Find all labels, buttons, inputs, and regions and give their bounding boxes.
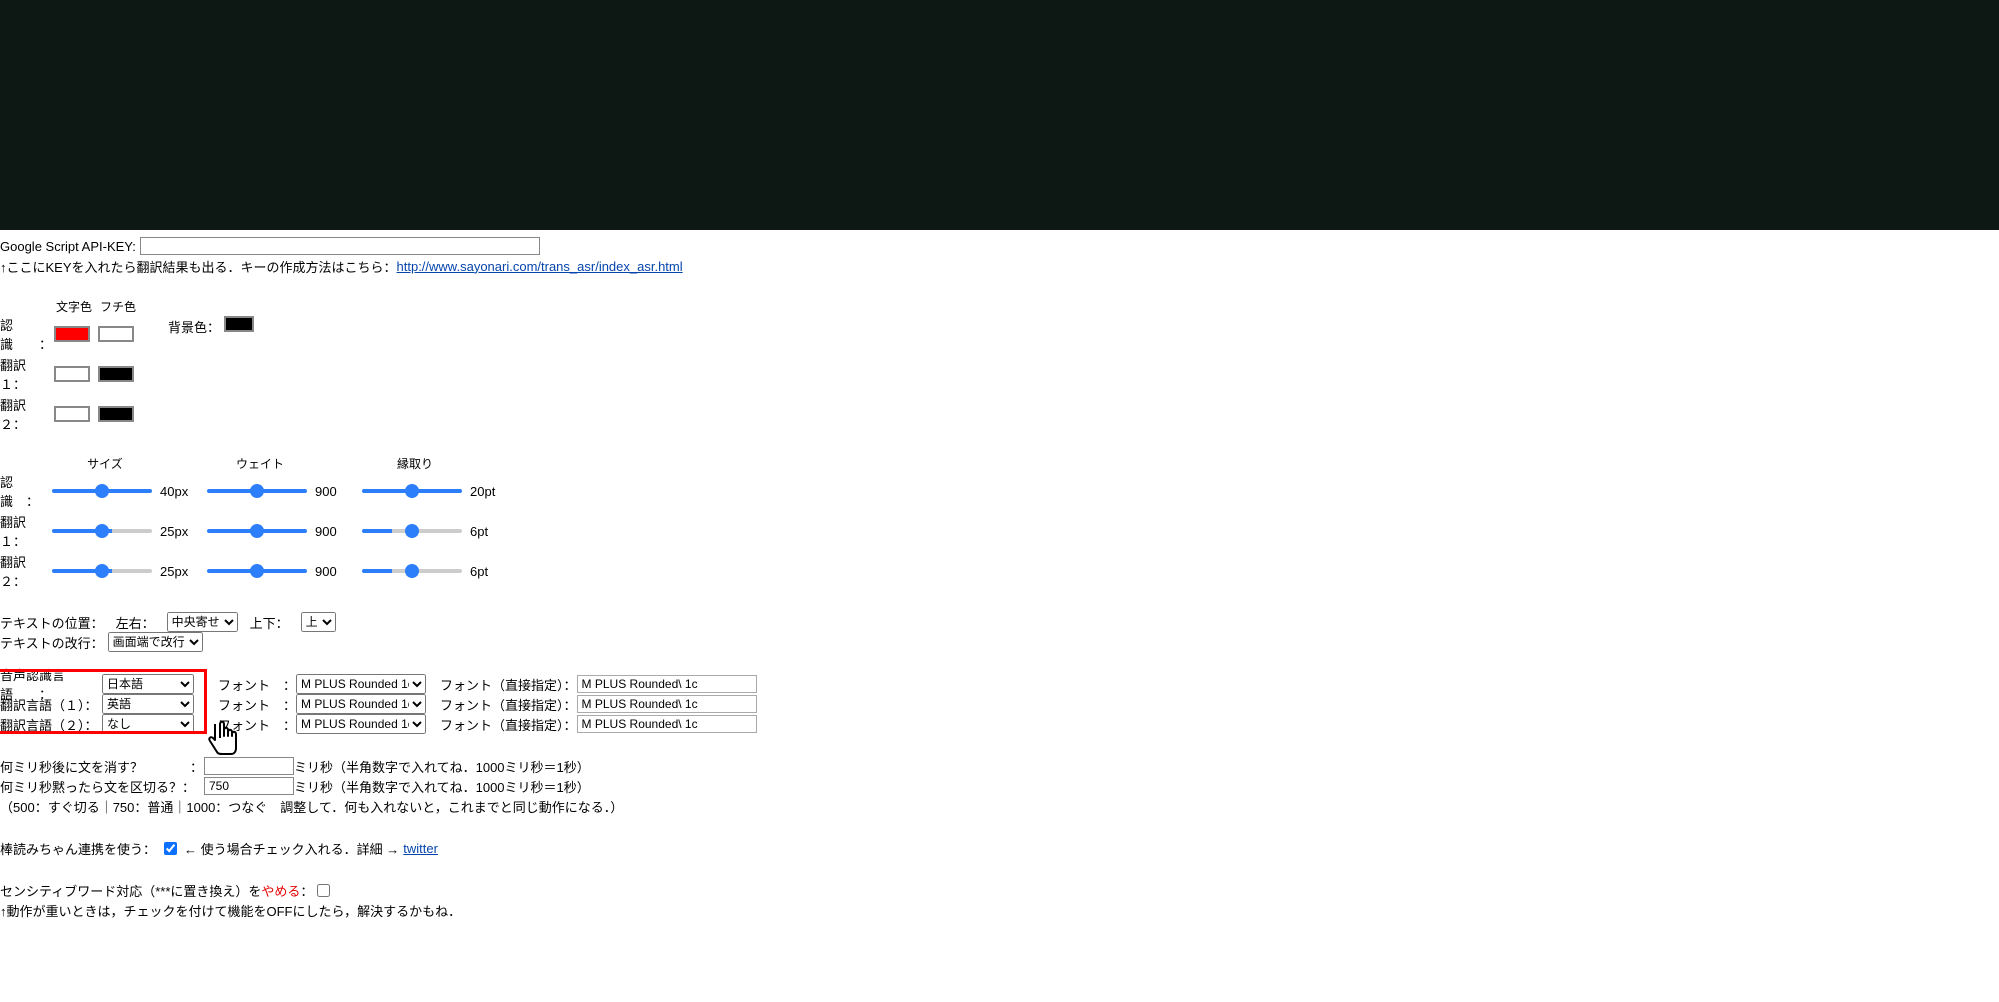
color-rec-outline[interactable] (98, 326, 134, 342)
font-t1-select[interactable]: M PLUS Rounded 1c (296, 694, 426, 714)
api-note: ↑ここにKEYを入れたら翻訳結果も出る．キーの作成方法はこちら： (0, 257, 397, 276)
lang-rec-select[interactable]: 日本語 (102, 674, 194, 694)
sensitive-checkbox[interactable] (317, 884, 330, 897)
slider-hdr-size: サイズ (50, 455, 160, 472)
textpos-label: テキストの位置： (0, 613, 104, 632)
timing-silence-guide: （500：すぐ切る｜750：普通｜1000：つなぐ 調整して．何も入れないと，こ… (0, 797, 623, 816)
slider-t2-stroke-val: 6pt (470, 564, 510, 579)
slider-t2-size-val: 25px (160, 564, 205, 579)
slider-t2-weight-val: 900 (315, 564, 360, 579)
color-t1-outline[interactable] (98, 366, 134, 382)
font-rec-label: フォント ： (218, 675, 296, 694)
slider-rec-size-val: 40px (160, 484, 205, 499)
api-key-label: Google Script API-KEY: (0, 239, 136, 254)
slider-hdr-stroke: 縁取り (360, 455, 470, 472)
timing-silence-note: ミリ秒（半角数字で入れてね．1000ミリ秒＝1秒） (294, 777, 590, 796)
font-direct-rec-label: フォント（直接指定）： (440, 675, 577, 694)
slider-rec-weight-val: 900 (315, 484, 360, 499)
sensitive-note: ↑動作が重いときは，チェックを付けて機能をOFFにしたら，解決するかもね． (0, 901, 461, 920)
lang-t1-select[interactable]: 英語 (102, 694, 194, 714)
slider-t1-weight[interactable] (207, 529, 307, 533)
slider-t2-label: 翻訳２： (0, 552, 50, 590)
color-rec-text[interactable] (54, 326, 90, 342)
slider-rec-stroke-val: 20pt (470, 484, 510, 499)
textpos-tb-select[interactable]: 上 (301, 612, 336, 632)
color-row-t2-label: 翻訳２： (0, 395, 50, 433)
timing-erase-colon: ： (190, 757, 204, 776)
yomichan-twitter-link[interactable]: twitter (403, 841, 438, 856)
color-t1-text[interactable] (54, 366, 90, 382)
slider-hdr-weight: ウェイト (205, 455, 315, 472)
slider-t1-weight-val: 900 (315, 524, 360, 539)
sensitive-label-pre: センシティブワード対応（***に置き換え）を (0, 881, 261, 900)
slider-rec-label: 認識 ： (0, 472, 50, 510)
timing-silence-input[interactable] (204, 777, 294, 795)
slider-t1-stroke[interactable] (362, 529, 462, 533)
color-row-rec-label: 認識 ： (0, 315, 50, 353)
slider-t2-stroke[interactable] (362, 569, 462, 573)
font-direct-t1-input[interactable] (577, 695, 757, 713)
font-direct-t2-label: フォント（直接指定）： (440, 715, 577, 734)
slider-t1-size-val: 25px (160, 524, 205, 539)
lang-t2-select[interactable]: なし (102, 714, 194, 734)
textpos-lr-select[interactable]: 中央寄せ (167, 612, 238, 632)
sensitive-label-post: ： (300, 881, 313, 900)
textwrap-label: テキストの改行： (0, 633, 104, 652)
slider-t2-size[interactable] (52, 569, 152, 573)
font-t2-label: フォント ： (218, 715, 296, 734)
lang-t1-label: 翻訳言語（１）： (0, 695, 102, 714)
slider-rec-size[interactable] (52, 489, 152, 493)
api-help-link[interactable]: http://www.sayonari.com/trans_asr/index_… (397, 259, 683, 274)
timing-erase-input[interactable] (204, 757, 294, 775)
font-direct-t1-label: フォント（直接指定）： (440, 695, 577, 714)
timing-erase-label: 何ミリ秒後に文を消す？ (0, 757, 190, 776)
textpos-lr-label: 左右： (116, 613, 155, 632)
api-key-input[interactable] (140, 237, 540, 255)
font-t1-label: フォント ： (218, 695, 296, 714)
preview-area (0, 0, 1999, 230)
timing-silence-label: 何ミリ秒黙ったら文を区切る？： (0, 777, 204, 796)
color-hdr-outline: フチ色 (98, 298, 138, 315)
sensitive-stop: やめる (261, 881, 300, 900)
yomichan-label: 棒読みちゃん連携を使う： (0, 839, 156, 858)
textwrap-select[interactable]: 画面端で改行 (108, 632, 203, 652)
slider-rec-stroke[interactable] (362, 489, 462, 493)
slider-t2-weight[interactable] (207, 569, 307, 573)
slider-rec-weight[interactable] (207, 489, 307, 493)
bg-color-swatch[interactable] (224, 316, 254, 332)
font-direct-rec-input[interactable] (577, 675, 757, 693)
lang-t2-label: 翻訳言語（２）： (0, 715, 102, 734)
slider-t1-size[interactable] (52, 529, 152, 533)
yomichan-checkbox[interactable] (164, 842, 177, 855)
timing-erase-note: ミリ秒（半角数字で入れてね．1000ミリ秒＝1秒） (294, 757, 590, 776)
yomichan-post: ← 使う場合チェック入れる．詳細 → (184, 839, 399, 858)
font-direct-t2-input[interactable] (577, 715, 757, 733)
slider-t1-label: 翻訳１： (0, 512, 50, 550)
bg-color-label: 背景色： (168, 320, 220, 335)
color-hdr-text: 文字色 (54, 298, 94, 315)
font-rec-select[interactable]: M PLUS Rounded 1c (296, 674, 426, 694)
slider-t1-stroke-val: 6pt (470, 524, 510, 539)
font-t2-select[interactable]: M PLUS Rounded 1c (296, 714, 426, 734)
textpos-tb-label: 上下： (250, 613, 289, 632)
color-row-t1-label: 翻訳１： (0, 355, 50, 393)
color-t2-text[interactable] (54, 406, 90, 422)
color-t2-outline[interactable] (98, 406, 134, 422)
